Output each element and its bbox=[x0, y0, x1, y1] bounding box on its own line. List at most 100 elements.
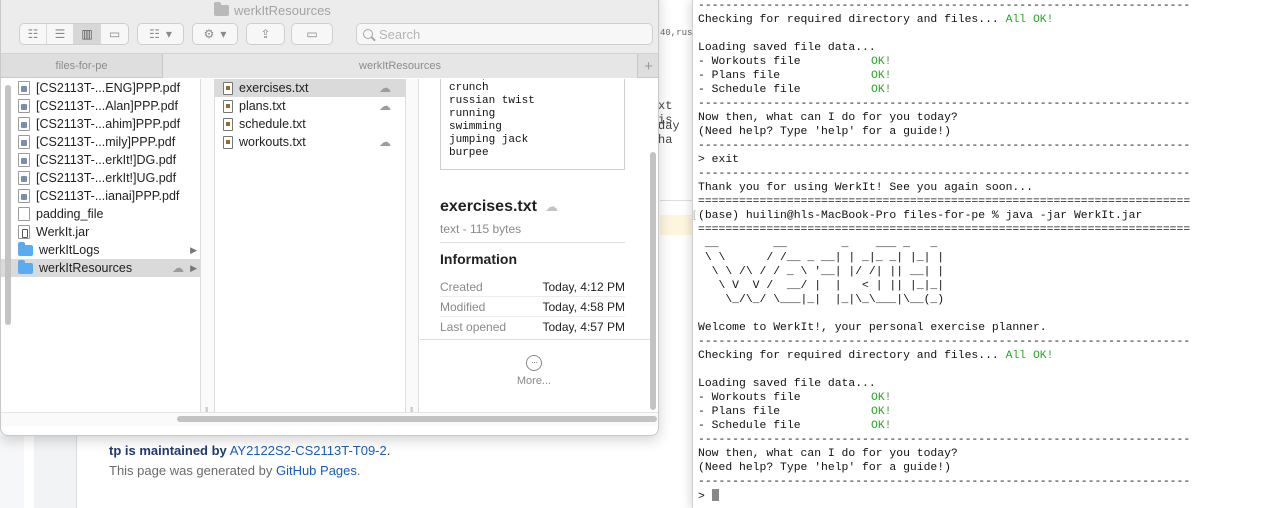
tag-icon: ▭ bbox=[306, 27, 318, 41]
status-label: - Workouts file bbox=[698, 56, 801, 68]
file-row[interactable]: padding_file bbox=[1, 205, 200, 223]
question-line: Now then, what can I do for you today? bbox=[698, 448, 958, 460]
generated-suffix: . bbox=[356, 463, 361, 478]
file-name: [CS2113T-...erkIt!]DG.pdf bbox=[36, 153, 177, 167]
preview-scrollbar[interactable] bbox=[650, 152, 656, 410]
text-file-icon bbox=[223, 99, 233, 113]
file-row[interactable]: [CS2113T-...ianai]PPP.pdf bbox=[1, 187, 200, 205]
status-ok: OK! bbox=[871, 84, 892, 96]
file-row[interactable]: [CS2113T-...erkIt!]DG.pdf bbox=[1, 151, 200, 169]
status-line: - Schedule file OK! bbox=[698, 419, 892, 433]
group-by-button[interactable]: ☷ ▾ bbox=[137, 23, 184, 45]
preview-pane: sit up crunch russian twist running swim… bbox=[420, 79, 650, 423]
file-row[interactable]: schedule.txt bbox=[215, 115, 405, 133]
cloud-icon: ☁ bbox=[172, 261, 184, 275]
pdf-icon bbox=[18, 153, 30, 167]
text-file-icon bbox=[223, 117, 233, 131]
tab-files-for-pe[interactable]: files-for-pe bbox=[1, 54, 163, 78]
help-line: (Need help? Type 'help' for a guide!) bbox=[698, 462, 951, 474]
column-view-button[interactable]: ▥ bbox=[74, 24, 101, 44]
input-prompt: > bbox=[698, 491, 712, 503]
pdf-icon bbox=[18, 99, 30, 113]
finder-toolbar: werkItResources ☷ ☰ ▥ ▭ ☷ ▾ ⚙ ▾ ⇪ ▭ bbox=[1, 0, 658, 54]
rule-dash: ----------------------------------------… bbox=[698, 0, 1191, 12]
project-link[interactable]: tp bbox=[109, 443, 121, 458]
info-value: Today, 4:57 PM bbox=[542, 320, 626, 334]
chevron-right-icon: ▶ bbox=[190, 262, 197, 273]
check-text: Checking for required directory and file… bbox=[698, 14, 1006, 26]
status-ok: OK! bbox=[871, 70, 892, 82]
info-row: Created Today, 4:12 PM bbox=[440, 277, 625, 297]
check-text: Checking for required directory and file… bbox=[698, 350, 1006, 362]
question-line: Now then, what can I do for you today? bbox=[698, 112, 958, 124]
background-highlight bbox=[660, 215, 692, 235]
github-pages-link[interactable]: GitHub Pages bbox=[276, 463, 357, 478]
status-ok: OK! bbox=[871, 420, 892, 432]
file-name: WerkIt.jar bbox=[36, 225, 90, 239]
footer-period: . bbox=[386, 443, 391, 458]
horizontal-scrollbar[interactable] bbox=[177, 416, 657, 422]
information-heading: Information bbox=[440, 251, 517, 267]
divider bbox=[440, 242, 625, 243]
file-row-selected[interactable]: exercises.txt ☁ bbox=[215, 79, 405, 97]
gallery-view-button[interactable]: ▭ bbox=[101, 24, 128, 44]
action-menu-button[interactable]: ⚙ ▾ bbox=[192, 23, 238, 45]
icon-view-button[interactable]: ☷ bbox=[20, 24, 47, 44]
column-resize-gutter[interactable]: || bbox=[201, 79, 214, 423]
text-file-icon bbox=[223, 135, 233, 149]
cloud-icon: ☁ bbox=[544, 199, 558, 214]
footer-generated-line: This page was generated by GitHub Pages. bbox=[109, 461, 390, 481]
background-text-fragment: day ha bbox=[658, 119, 680, 147]
file-row[interactable]: [CS2113T-...ENG]PPP.pdf bbox=[1, 79, 200, 97]
file-name: [CS2113T-...ENG]PPP.pdf bbox=[36, 81, 181, 95]
loading-line: Loading saved file data... bbox=[698, 378, 876, 390]
column-scrollbar[interactable] bbox=[5, 85, 11, 325]
status-label: - Plans file bbox=[698, 70, 781, 82]
file-row[interactable]: [CS2113T-...ahim]PPP.pdf bbox=[1, 115, 200, 133]
terminal-window[interactable]: ----------------------------------------… bbox=[692, 0, 1266, 508]
input-prompt-line[interactable]: > bbox=[698, 489, 719, 503]
footer-maintainer-line: tp is maintained by AY2122S2-CS2113T-T09… bbox=[109, 441, 390, 461]
file-content-text: sit up crunch russian twist running swim… bbox=[449, 79, 535, 159]
maintainer-link[interactable]: AY2122S2-CS2113T-T09-2 bbox=[230, 443, 387, 458]
ascii-art-line: \ V V / __/ | | < | || |_|_| bbox=[698, 280, 945, 292]
share-icon: ⇪ bbox=[260, 27, 271, 41]
file-row[interactable]: WerkIt.jar bbox=[1, 223, 200, 241]
ellipsis-circle-icon: ··· bbox=[526, 355, 542, 371]
cloud-icon: ☁ bbox=[379, 81, 391, 95]
divider bbox=[420, 339, 650, 340]
file-row[interactable]: plans.txt ☁ bbox=[215, 97, 405, 115]
loading-line: Loading saved file data... bbox=[698, 42, 876, 54]
check-line: Checking for required directory and file… bbox=[698, 349, 1053, 363]
share-button[interactable]: ⇪ bbox=[246, 23, 285, 45]
tab-werkitresources[interactable]: werkItResources bbox=[163, 54, 638, 78]
info-label: Created bbox=[440, 279, 483, 294]
list-view-button[interactable]: ☰ bbox=[47, 24, 74, 44]
status-label: - Workouts file bbox=[698, 392, 801, 404]
info-label: Last opened bbox=[440, 320, 507, 334]
rule-dash: ----------------------------------------… bbox=[698, 168, 1191, 180]
tags-button[interactable]: ▭ bbox=[291, 23, 333, 45]
file-row[interactable]: [CS2113T-...mily]PPP.pdf bbox=[1, 133, 200, 151]
file-row[interactable]: [CS2113T-...erkIt!]UG.pdf bbox=[1, 169, 200, 187]
information-table: Created Today, 4:12 PM Modified Today, 4:5… bbox=[440, 277, 625, 337]
pdf-icon bbox=[18, 117, 30, 131]
ascii-art-line: \_/\_/ \___|_| |_|\_\___|\__(_) bbox=[698, 294, 945, 306]
new-tab-button[interactable]: + bbox=[638, 54, 658, 78]
more-button[interactable]: ··· More... bbox=[514, 355, 554, 387]
info-row: Last opened Today, 4:57 PM bbox=[440, 317, 625, 337]
file-row[interactable]: [CS2113T-...Alan]PPP.pdf bbox=[1, 97, 200, 115]
shell-command: (base) huilin@hls-MacBook-Pro files-for-… bbox=[698, 210, 1143, 222]
column-resize-gutter[interactable]: || bbox=[406, 79, 419, 423]
file-row[interactable]: workouts.txt ☁ bbox=[215, 133, 405, 151]
preview-file-name: exercises.txt ☁ bbox=[440, 198, 558, 216]
folder-row-selected[interactable]: werkItResources ☁ ▶ bbox=[1, 259, 200, 277]
document-icon bbox=[18, 207, 30, 221]
search-input[interactable] bbox=[379, 26, 639, 42]
folder-row[interactable]: werkItLogs ▶ bbox=[1, 241, 200, 259]
prompt-marker-icon: [ bbox=[693, 210, 696, 221]
finder-window: werkItResources ☷ ☰ ▥ ▭ ☷▾ ⚙▾ ⇪ ▭ files-… bbox=[0, 0, 659, 436]
folder-icon bbox=[214, 2, 229, 16]
search-field[interactable] bbox=[356, 23, 653, 45]
file-name: [CS2113T-...ianai]PPP.pdf bbox=[36, 189, 180, 203]
